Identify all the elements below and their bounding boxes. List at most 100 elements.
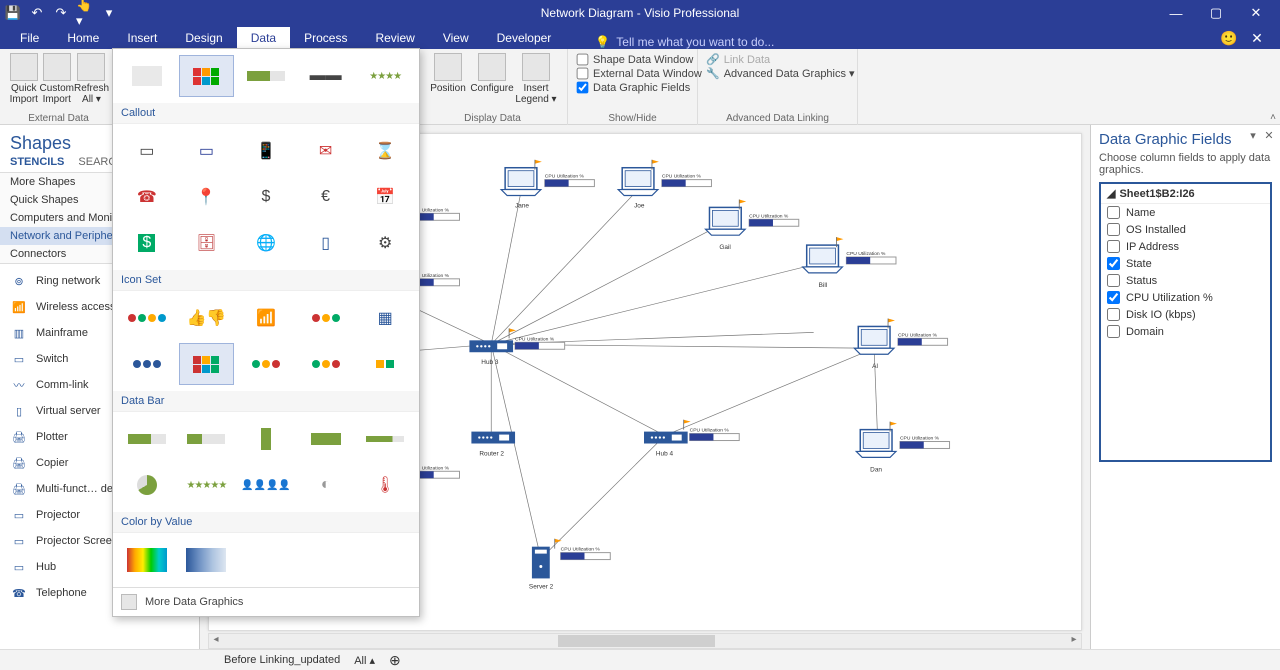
tell-me-search[interactable]: 💡Tell me what you want to do... (595, 35, 774, 49)
gallery-flags[interactable] (179, 55, 235, 97)
position-button[interactable]: Position (426, 51, 470, 111)
configure-button[interactable]: Configure (470, 51, 514, 111)
sheet-all[interactable]: All ▴ (354, 654, 375, 667)
gallery-cbv-blues[interactable] (179, 539, 235, 581)
tab-stencils[interactable]: STENCILS (10, 156, 64, 168)
gallery-callout-dollar[interactable]: $ (238, 176, 294, 218)
gallery-icon-flags[interactable] (179, 343, 235, 385)
gallery-icon-boxes[interactable]: ▦ (357, 297, 413, 339)
tab-insert[interactable]: Insert (113, 27, 171, 49)
tab-design[interactable]: Design (171, 27, 236, 49)
gallery-more-data-graphics[interactable]: More Data Graphics (113, 587, 419, 616)
gallery-cbv-blank2[interactable] (298, 539, 354, 581)
smiley-icon[interactable]: 🙂 (1218, 29, 1240, 47)
dgf-field-cpu-utilization[interactable]: CPU Utilization % (1101, 289, 1270, 306)
gallery-icon-square-lights[interactable] (357, 343, 413, 385)
advanced-data-graphics-button[interactable]: 🔧Advanced Data Graphics ▾ (706, 67, 849, 80)
gallery-bar-1[interactable] (238, 55, 294, 97)
tab-process[interactable]: Process (290, 27, 361, 49)
gallery-callout-handset[interactable]: ☎ (119, 176, 175, 218)
gallery-databar-people[interactable]: 👤👤👤👤 (238, 464, 294, 506)
gallery-databar-pie[interactable] (119, 464, 175, 506)
dgf-field-status[interactable]: Status (1101, 272, 1270, 289)
gallery-callout-pin[interactable]: 📍 (179, 176, 235, 218)
gallery-icon-circles[interactable] (119, 343, 175, 385)
gallery-callout-text[interactable]: ▭ (119, 130, 175, 172)
gallery-callout-money[interactable]: $ (119, 222, 175, 264)
node-dan[interactable]: Dan (856, 422, 949, 474)
gallery-databar-stars[interactable]: ★★★★★ (179, 464, 235, 506)
gallery-cbv-blank1[interactable] (238, 539, 294, 581)
node-router2[interactable]: Router 2 (471, 432, 515, 458)
gallery-callout-euro[interactable]: € (298, 176, 354, 218)
gallery-cbv-blank3[interactable] (357, 539, 413, 581)
external-data-window-checkbox[interactable]: External Data Window (576, 67, 689, 80)
gallery-icon-thumbs[interactable]: 👍👎 (179, 297, 235, 339)
node-bill[interactable]: Bill (803, 237, 896, 289)
gallery-databar-3[interactable] (238, 418, 294, 460)
gallery-progress[interactable]: ▬▬ (298, 55, 354, 97)
dgf-dropdown-icon[interactable]: ▾ (1246, 129, 1260, 143)
tab-developer[interactable]: Developer (483, 27, 566, 49)
node-joe[interactable]: Joe (618, 160, 711, 210)
new-page-button[interactable]: ⊕ (389, 652, 401, 669)
gallery-stars[interactable]: ★★★★ (357, 55, 413, 97)
tab-data[interactable]: Data (237, 27, 290, 49)
scroll-left-arrow[interactable]: ◂ (209, 634, 223, 648)
dgf-sheet-header[interactable]: ◢Sheet1$B2:I26 (1101, 184, 1270, 204)
collapse-ribbon-icon[interactable]: ˄ (1270, 112, 1276, 123)
minimize-button[interactable]: — (1156, 0, 1196, 26)
gallery-callout-globe[interactable]: 🌐 (238, 222, 294, 264)
gallery-none[interactable] (119, 55, 175, 97)
gallery-icon-lights[interactable] (298, 343, 354, 385)
node-hub4[interactable]: Hub 4 (644, 420, 739, 458)
gallery-databar-5[interactable] (357, 418, 413, 460)
gallery-icon-signs[interactable] (238, 343, 294, 385)
node-gail[interactable]: Gail (706, 199, 799, 251)
restore-button[interactable]: ▢ (1196, 0, 1236, 26)
gallery-icon-status[interactable] (119, 297, 175, 339)
gallery-callout-mail[interactable]: ✉ (298, 130, 354, 172)
gallery-icon-traffic[interactable] (298, 297, 354, 339)
quick-import-button[interactable]: Quick Import (8, 51, 40, 111)
gallery-databar-2[interactable] (179, 418, 235, 460)
insert-legend-button[interactable]: Insert Legend ▾ (514, 51, 558, 111)
gallery-callout-mobile[interactable]: 📱 (238, 130, 294, 172)
horizontal-scrollbar[interactable]: ◂ ▸ (208, 633, 1082, 649)
node-hub3[interactable]: Hub 3 (469, 328, 564, 366)
gallery-databar-4[interactable] (298, 418, 354, 460)
gallery-callout-db[interactable]: 🗄 (179, 222, 235, 264)
save-icon[interactable]: 💾 (4, 4, 22, 22)
dgf-field-os-installed[interactable]: OS Installed (1101, 221, 1270, 238)
gallery-databar-gauge[interactable]: ◐ (298, 464, 354, 506)
gallery-callout-phone[interactable]: ▭ (179, 130, 235, 172)
tab-home[interactable]: Home (53, 27, 113, 49)
redo-icon[interactable]: ↷ (52, 4, 70, 22)
tab-view[interactable]: View (429, 27, 483, 49)
sheet-tab[interactable]: Before Linking_updated (224, 654, 340, 666)
gallery-callout-server[interactable]: ▯ (298, 222, 354, 264)
dgf-close-icon[interactable]: ✕ (1262, 129, 1276, 143)
gallery-databar-1[interactable] (119, 418, 175, 460)
dgf-field-ip-address[interactable]: IP Address (1101, 238, 1270, 255)
link-data-button[interactable]: 🔗Link Data (706, 53, 849, 66)
tab-file[interactable]: File (6, 27, 53, 49)
shape-data-window-checkbox[interactable]: Shape Data Window (576, 53, 689, 66)
touch-mode-icon[interactable]: 👆▾ (76, 4, 94, 22)
dgf-field-disk-io[interactable]: Disk IO (kbps) (1101, 306, 1270, 323)
custom-import-button[interactable]: Custom Import (40, 51, 74, 111)
gallery-callout-calendar[interactable]: 📅 (357, 176, 413, 218)
node-al[interactable]: Al (854, 319, 947, 371)
gallery-databar-thermo[interactable]: 🌡 (357, 464, 413, 506)
gallery-icon-wifi[interactable]: 📶 (238, 297, 294, 339)
gallery-callout-hourglass[interactable]: ⌛ (357, 130, 413, 172)
refresh-all-button[interactable]: Refresh All ▾ (74, 51, 109, 111)
gallery-callout-gear[interactable]: ⚙ (357, 222, 413, 264)
gallery-cbv-rainbow[interactable] (119, 539, 175, 581)
undo-icon[interactable]: ↶ (28, 4, 46, 22)
close-button[interactable]: ✕ (1236, 0, 1276, 26)
tab-review[interactable]: Review (361, 27, 428, 49)
scroll-thumb[interactable] (558, 635, 715, 647)
scroll-right-arrow[interactable]: ▸ (1067, 634, 1081, 648)
ribbon-close-icon[interactable]: ✕ (1246, 29, 1268, 47)
